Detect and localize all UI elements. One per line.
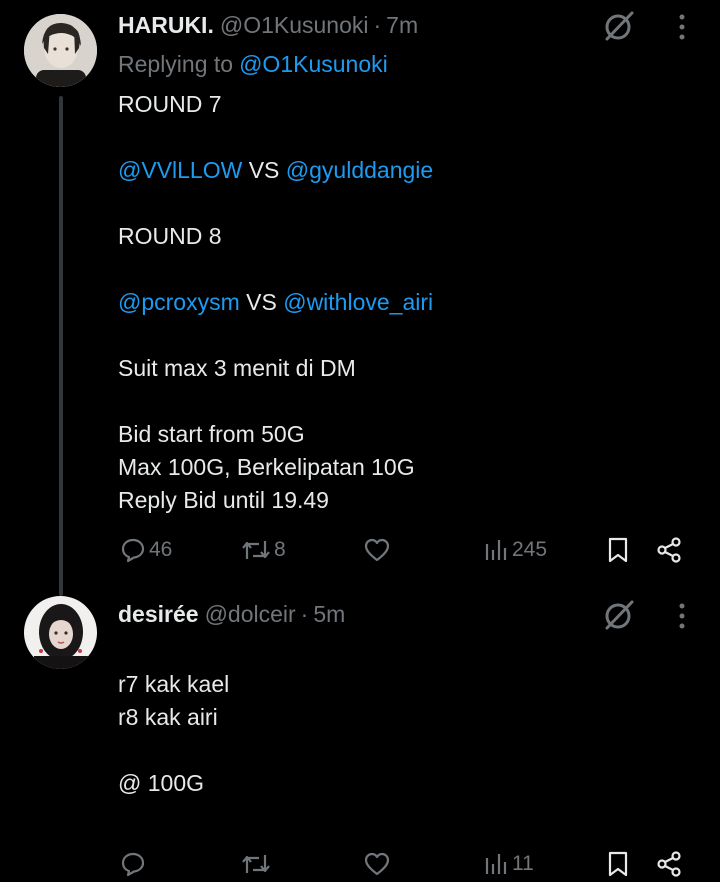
user-handle[interactable]: @dolceir [205, 601, 296, 627]
timestamp[interactable]: 7m [386, 12, 418, 38]
text-line: ROUND 7 [118, 91, 222, 117]
display-name[interactable]: HARUKI. [118, 12, 214, 38]
tweet[interactable]: HARUKI. @O1Kusunoki · 7m Replying to @O1Kusu… [0, 0, 720, 596]
repost-button[interactable] [240, 849, 274, 879]
repost-button[interactable]: 8 [240, 535, 286, 565]
replying-to: Replying to @O1Kusunoki [118, 53, 388, 76]
avatar[interactable] [24, 14, 97, 87]
tweet-header: desirée @dolceir · 5m [118, 603, 345, 626]
thread-connector [59, 96, 63, 596]
vs-text: VS [242, 157, 286, 183]
reply-icon [121, 852, 145, 877]
tweet[interactable]: desirée @dolceir · 5m r7 kak kael r8 kak ai… [0, 590, 720, 882]
text-line: Suit max 3 menit di DM [118, 355, 356, 381]
share-button[interactable] [655, 849, 685, 879]
mention-link[interactable]: @VVlLLOW [118, 157, 242, 183]
grok-icon[interactable] [602, 598, 636, 632]
like-icon [364, 852, 390, 876]
vs-text: VS [239, 289, 284, 315]
tweet-text: ROUND 7 @VVlLLOW VS @gyulddangie ROUND 8… [118, 88, 433, 517]
reply-button[interactable] [119, 849, 149, 879]
text-line: r8 kak airi [118, 704, 218, 730]
reply-count: 46 [149, 538, 173, 561]
replying-to-label: Replying to [118, 51, 234, 77]
views-button[interactable]: 245 [484, 535, 547, 565]
text-line: r7 kak kael [118, 671, 230, 697]
text-line: @VVlLLOW VS @gyulddangie [118, 154, 433, 187]
bookmark-icon [608, 851, 628, 877]
view-count: 245 [512, 538, 548, 561]
repost-count: 8 [274, 538, 286, 561]
like-button[interactable] [363, 849, 393, 879]
repost-icon [242, 541, 270, 559]
text-line: ROUND 8 [118, 223, 222, 249]
user-handle[interactable]: @O1Kusunoki [220, 12, 369, 38]
bookmark-button[interactable] [606, 849, 630, 879]
text-line: Max 100G, Berkelipatan 10G [118, 454, 415, 480]
more-icon[interactable] [672, 601, 692, 631]
tweet-text: r7 kak kael r8 kak airi @ 100G [118, 668, 229, 800]
tweet-header: HARUKI. @O1Kusunoki · 7m [118, 14, 418, 37]
share-icon [657, 537, 681, 563]
share-icon [657, 851, 681, 877]
views-icon [485, 540, 507, 560]
bookmark-icon [608, 537, 628, 563]
text-line: Reply Bid until 19.49 [118, 487, 329, 513]
like-button[interactable] [363, 535, 393, 565]
views-button[interactable]: 11 [484, 849, 534, 879]
mention-link[interactable]: @withlove_airi [283, 289, 433, 315]
view-count: 11 [512, 852, 534, 875]
grok-icon[interactable] [602, 9, 636, 43]
repost-icon [242, 855, 270, 873]
more-icon[interactable] [672, 12, 692, 42]
separator-dot: · [300, 601, 309, 627]
views-icon [485, 854, 507, 874]
avatar[interactable] [24, 596, 97, 669]
reply-icon [121, 538, 145, 563]
mention-link[interactable]: @pcroxysm [118, 289, 240, 315]
like-icon [364, 538, 390, 562]
separator-dot: · [373, 12, 382, 38]
share-button[interactable] [655, 535, 685, 565]
display-name[interactable]: desirée [118, 601, 199, 627]
text-line: @pcroxysm VS @withlove_airi [118, 286, 433, 319]
text-line: @ 100G [118, 770, 205, 796]
bookmark-button[interactable] [606, 535, 630, 565]
mention-link[interactable]: @gyulddangie [286, 157, 433, 183]
reply-button[interactable]: 46 [119, 535, 172, 565]
timestamp[interactable]: 5m [313, 601, 345, 627]
text-line: Bid start from 50G [118, 421, 305, 447]
replying-to-mention[interactable]: @O1Kusunoki [239, 51, 388, 77]
